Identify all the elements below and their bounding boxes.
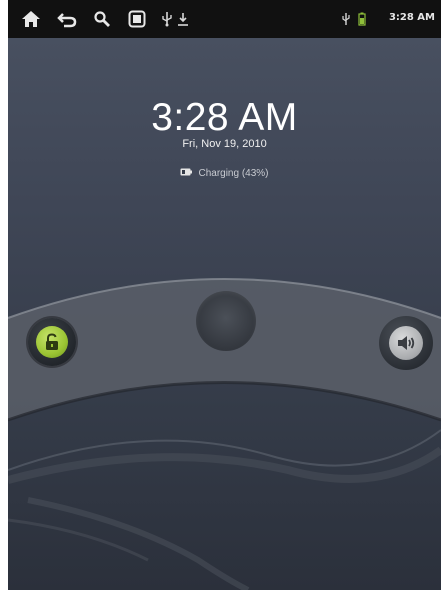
unlock-padlock-icon bbox=[36, 326, 68, 358]
sound-volume-icon bbox=[389, 326, 423, 360]
unlock-button[interactable] bbox=[28, 318, 76, 366]
sound-toggle-button[interactable] bbox=[379, 316, 433, 370]
lock-screen: 3:28 AM 3:28 AM Fri, Nov 19, 2010 Chargi… bbox=[8, 0, 441, 590]
unlock-slider-handle[interactable] bbox=[196, 291, 256, 351]
